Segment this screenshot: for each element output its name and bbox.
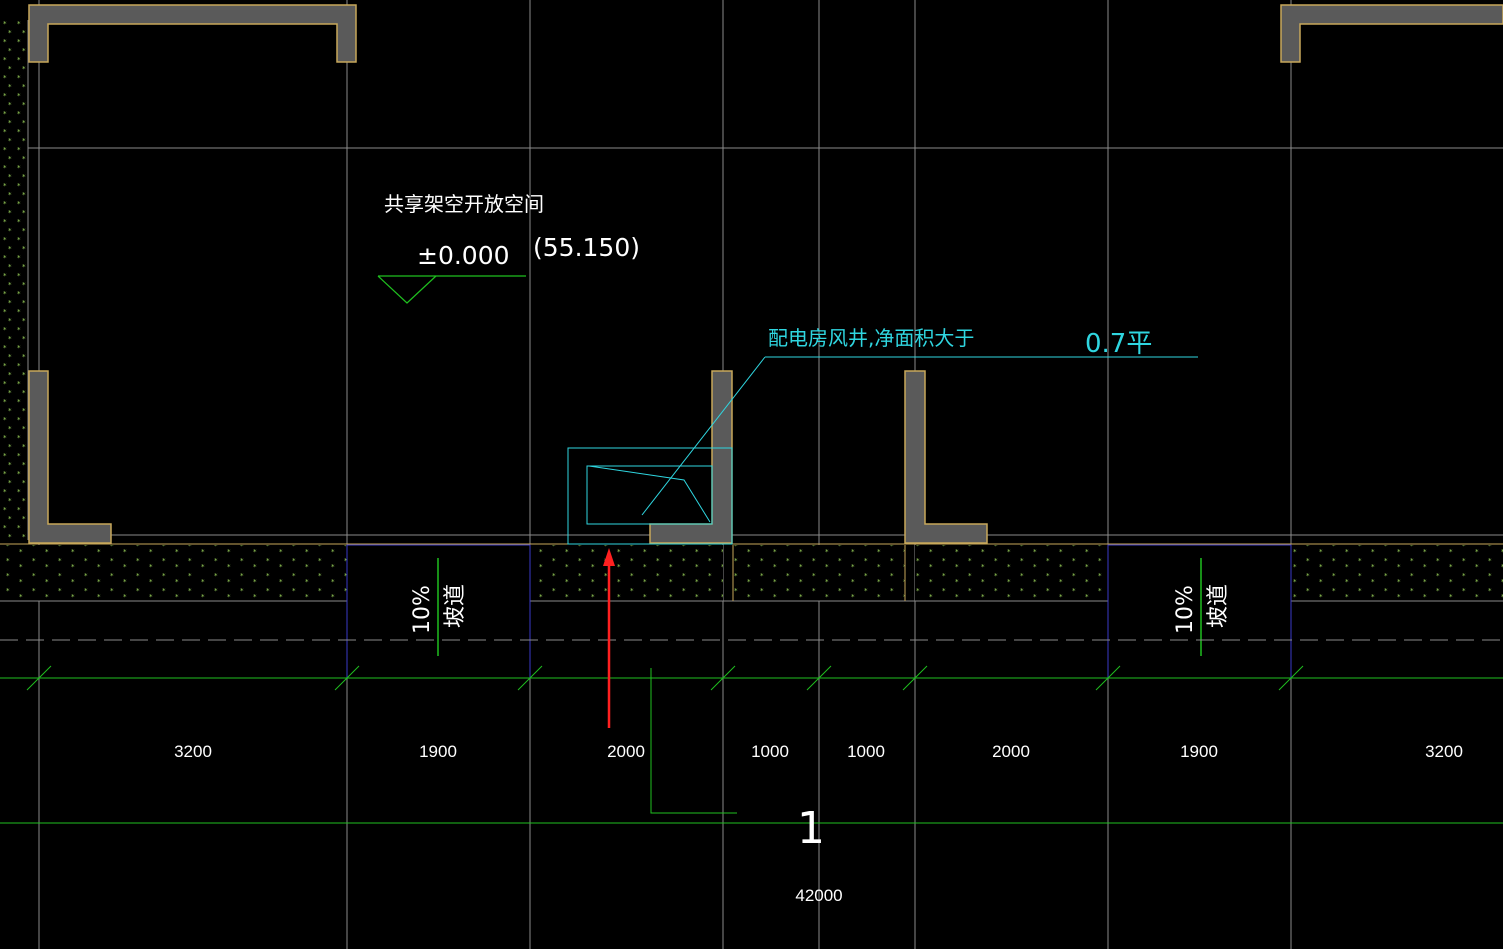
elevation-label: ±0.000 [417,241,510,270]
dimension-text: 1900 [419,742,457,761]
cad-drawing-canvas: * * * * [0,0,1503,949]
shaft-note-label: 配电房风井,净面积大于 [768,326,974,350]
wall-top-right [1280,4,1503,63]
ramp-right-word: 坡道 [1206,584,1231,628]
space-name-label: 共享架空开放空间 [384,192,544,216]
wall-shaft [649,370,733,544]
dimension-text: 1000 [751,742,789,761]
dimension-text: 1000 [847,742,885,761]
left-hatch-strip [0,20,28,540]
walls [28,4,1503,544]
dimension-text: 2000 [607,742,645,761]
elevation-abs-label: (55.150) [533,233,640,262]
wall-left-lower [28,370,112,544]
dimension-text: 1900 [1180,742,1218,761]
ground-hatch [0,543,1503,602]
dimension-text: 3200 [1425,742,1463,761]
triangle-elevation-icon [377,275,526,304]
ramp-right-pct: 10% [1173,585,1198,634]
wall-top-left [28,4,357,63]
section-mark: 1 [797,803,825,854]
grid-lines [0,0,1503,949]
dimension-text: 3200 [174,742,212,761]
shaft-outline [567,356,1198,545]
dimension-text: 2000 [992,742,1030,761]
shaft-area-label: 0.7平 [1085,329,1152,359]
total-dimension: 42000 [795,886,842,905]
ramp-left-word: 坡道 [443,584,468,628]
wall-right-mid [904,370,988,544]
ramp-left-pct: 10% [410,585,435,634]
